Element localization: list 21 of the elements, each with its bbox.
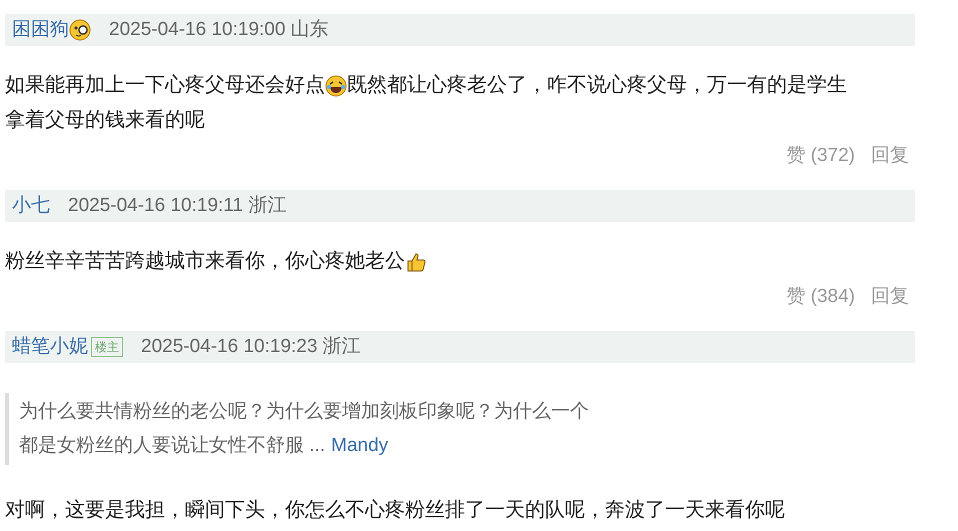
quote-link[interactable]: Mandy [331, 429, 388, 463]
author-name[interactable]: 困困狗 [12, 16, 69, 44]
reply-link[interactable]: 回复 [871, 283, 909, 331]
comment-meta: 2025-04-16 10:19:23 浙江 [141, 334, 361, 359]
reply-link[interactable]: 回复 [871, 142, 909, 190]
like-link[interactable]: 赞 (384) [786, 283, 855, 331]
like-link[interactable]: 赞 (372) [786, 142, 855, 190]
author-name[interactable]: 蜡笔小妮 [12, 332, 88, 362]
comment-text: 拿着父母的钱来看的呢 [5, 108, 205, 133]
laughing-face-icon [325, 74, 347, 96]
comment-meta: 2025-04-16 10:19:00 山东 [109, 18, 329, 42]
comment-meta: 2025-04-16 10:19:11 浙江 [68, 194, 286, 218]
comment-text: 对啊，这要是我担，瞬间下头，你怎么不心疼粉丝排了一天的队呢，奔波了一天来看你呢 [5, 498, 785, 523]
owner-badge: 楼主 [91, 337, 123, 357]
author-name[interactable]: 小七 [12, 192, 50, 220]
quote-text: 都是女粉丝的人要说让女性不舒服 ... [19, 434, 326, 458]
comment-text: 粉丝辛辛苦苦跨越城市来看你，你心疼她老公 [5, 249, 405, 274]
quote-text: 为什么要共情粉丝的老公呢？为什么要增加刻板印象呢？为什么一个 [19, 400, 589, 424]
thumbs-up-icon [405, 250, 427, 272]
comment-text: 如果能再加上一下心疼父母还会好点 [5, 73, 325, 98]
comment-text: 既然都让心疼老公了，咋不说心疼父母，万一有的是学生 [347, 73, 847, 98]
